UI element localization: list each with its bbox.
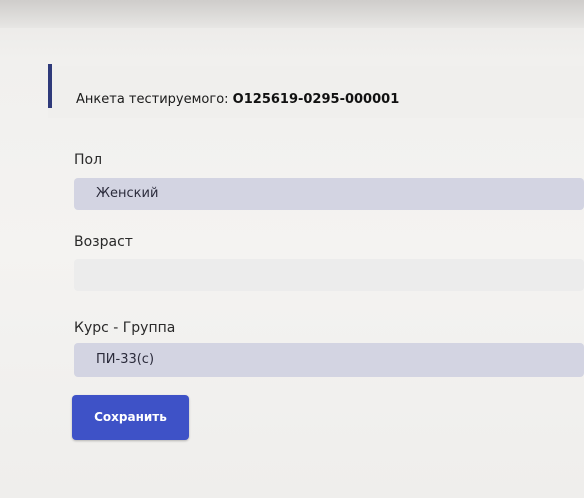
course-group-select[interactable]: ПИ-33(с) — [74, 343, 584, 377]
save-button[interactable]: Сохранить — [72, 395, 189, 440]
page-title: Анкета тестируемого: О125619-0295-000001 — [76, 92, 399, 107]
header-accent-bar — [48, 64, 52, 108]
top-edge — [0, 0, 584, 28]
gender-label: Пол — [74, 152, 103, 168]
age-label: Возраст — [74, 234, 133, 250]
course-group-label: Курс - Группа — [74, 320, 176, 336]
gender-select[interactable]: Женский — [74, 178, 584, 210]
page-title-prefix: Анкета тестируемого: — [76, 92, 229, 107]
respondent-code: О125619-0295-000001 — [232, 92, 400, 107]
age-input[interactable] — [74, 259, 584, 291]
page-background: Анкета тестируемого: О125619-0295-000001… — [0, 0, 584, 498]
